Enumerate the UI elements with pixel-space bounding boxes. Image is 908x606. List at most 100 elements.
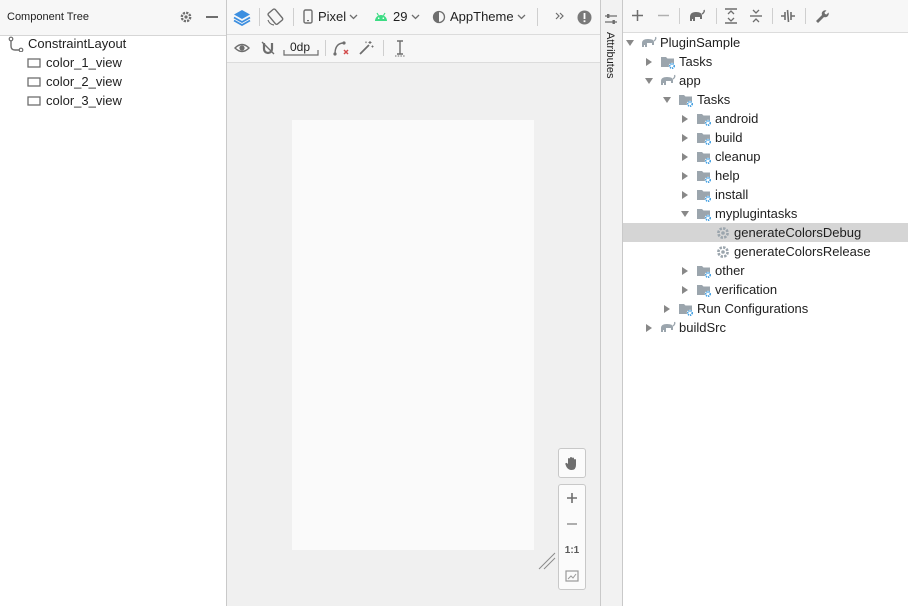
api-level: 29: [393, 9, 408, 24]
task-folder-icon: [696, 168, 712, 184]
gradle-task-group[interactable]: help: [623, 166, 908, 185]
collapsed-arrow-icon[interactable]: [679, 280, 691, 299]
attributes-tab-label: Attributes: [604, 32, 616, 79]
component-tree-title: Component Tree: [7, 11, 89, 23]
gradle-task[interactable]: generateColorsRelease: [623, 242, 908, 261]
collapsed-arrow-icon[interactable]: [679, 261, 691, 280]
zoom-in-button[interactable]: [559, 485, 585, 511]
device-selector[interactable]: Pixel: [303, 9, 358, 24]
chevron-down-icon: [349, 14, 358, 20]
tree-item-label: color_1_view: [46, 55, 122, 70]
gradle-module-buildsrc[interactable]: buildSrc: [623, 318, 908, 337]
task-folder-icon: [660, 54, 676, 70]
api-level-selector[interactable]: 29: [374, 9, 420, 24]
default-margin-selector[interactable]: 0dp: [283, 39, 319, 57]
collapsed-arrow-icon[interactable]: [679, 109, 691, 128]
tree-item-view[interactable]: color_2_view: [27, 72, 122, 91]
task-folder-icon: [696, 187, 712, 203]
theme-icon: [432, 10, 446, 24]
plus-icon: [567, 493, 577, 503]
tree-item-label: ConstraintLayout: [28, 36, 127, 51]
clear-constraints-icon[interactable]: [332, 40, 350, 56]
gradle-task-group[interactable]: myplugintasks: [623, 204, 908, 223]
collapsed-arrow-icon[interactable]: [679, 166, 691, 185]
expanded-arrow-icon[interactable]: [661, 90, 673, 109]
gradle-elephant-icon[interactable]: [688, 9, 706, 23]
gradle-root-pluginsample[interactable]: PluginSample: [623, 33, 908, 52]
collapse-all-icon[interactable]: [749, 8, 763, 24]
view-icon: [27, 76, 41, 88]
gradle-node-label: android: [715, 111, 759, 126]
resize-handle-icon[interactable]: [538, 552, 556, 570]
task-folder-icon: [696, 263, 712, 279]
collapsed-arrow-icon[interactable]: [679, 128, 691, 147]
layers-icon[interactable]: [233, 8, 251, 26]
overflow-chevrons-icon[interactable]: [555, 11, 565, 21]
gradle-node-label: install: [715, 187, 749, 202]
warning-icon[interactable]: [577, 10, 592, 25]
remove-icon[interactable]: [658, 10, 669, 21]
design-toolbar: Pixel 29 AppTheme: [227, 0, 600, 35]
collapsed-arrow-icon[interactable]: [679, 185, 691, 204]
gradle-task-group[interactable]: build: [623, 128, 908, 147]
expanded-arrow-icon[interactable]: [624, 33, 636, 52]
gradle-task-group[interactable]: android: [623, 109, 908, 128]
tree-item-view[interactable]: color_3_view: [27, 91, 122, 110]
gradle-task-label: generateColorsDebug: [734, 225, 862, 240]
autoconnect-magnet-icon[interactable]: [260, 40, 276, 56]
task-folder-icon: [696, 130, 712, 146]
gradle-tasks-node[interactable]: Tasks: [623, 52, 908, 71]
gradle-node-label: Run Configurations: [697, 301, 809, 316]
gradle-app-tasks-node[interactable]: Tasks: [623, 90, 908, 109]
layout-preview-canvas[interactable]: [292, 120, 534, 550]
collapsed-arrow-icon[interactable]: [643, 318, 655, 337]
hand-icon: [559, 449, 585, 477]
tree-item-label: color_3_view: [46, 93, 122, 108]
gradle-node-label: help: [715, 168, 740, 183]
gradle-task-label: generateColorsRelease: [734, 244, 871, 259]
gear-icon[interactable]: [178, 9, 194, 25]
gradle-task-selected[interactable]: generateColorsDebug: [623, 223, 908, 242]
expanded-arrow-icon[interactable]: [679, 204, 691, 223]
constraint-layout-icon: [8, 36, 24, 52]
collapsed-arrow-icon[interactable]: [643, 52, 655, 71]
phone-icon: [303, 9, 313, 24]
expand-all-icon[interactable]: [724, 8, 738, 24]
guidelines-icon[interactable]: [393, 40, 407, 58]
view-icon: [27, 57, 41, 69]
task-folder-icon: [696, 282, 712, 298]
task-gear-icon: [715, 225, 731, 241]
toggle-offline-icon[interactable]: [780, 8, 796, 24]
view-icon: [27, 95, 41, 107]
wrench-icon[interactable]: [814, 8, 829, 23]
task-gear-icon: [715, 244, 731, 260]
theme-selector[interactable]: AppTheme: [432, 9, 526, 24]
tree-item-view[interactable]: color_1_view: [27, 53, 122, 72]
attributes-tab[interactable]: Attributes: [601, 14, 622, 94]
gradle-task-group[interactable]: cleanup: [623, 147, 908, 166]
gradle-run-configurations[interactable]: Run Configurations: [623, 299, 908, 318]
expanded-arrow-icon[interactable]: [643, 71, 655, 90]
minus-icon: [567, 523, 577, 525]
gradle-node-label: PluginSample: [660, 35, 741, 50]
gradle-task-group[interactable]: other: [623, 261, 908, 280]
pan-button[interactable]: [558, 448, 586, 478]
collapsed-arrow-icon[interactable]: [661, 299, 673, 318]
infer-constraints-wand-icon[interactable]: [358, 40, 374, 56]
add-icon[interactable]: [632, 10, 643, 21]
collapsed-arrow-icon[interactable]: [679, 147, 691, 166]
sliders-icon: [604, 13, 618, 25]
gradle-task-group[interactable]: verification: [623, 280, 908, 299]
gradle-task-group[interactable]: install: [623, 185, 908, 204]
zoom-actual-size-button[interactable]: 1:1: [559, 537, 585, 563]
zoom-out-button[interactable]: [559, 511, 585, 537]
zoom-to-fit-button[interactable]: [559, 563, 585, 589]
tree-item-constraintlayout[interactable]: ConstraintLayout: [8, 34, 126, 53]
constraint-toolbar: 0dp: [227, 35, 600, 63]
theme-name: AppTheme: [450, 9, 514, 24]
gradle-elephant-icon: [641, 35, 657, 51]
orientation-icon[interactable]: [266, 8, 284, 26]
eye-icon[interactable]: [234, 40, 250, 56]
gradle-module-app[interactable]: app: [623, 71, 908, 90]
minimize-icon[interactable]: [204, 9, 220, 25]
